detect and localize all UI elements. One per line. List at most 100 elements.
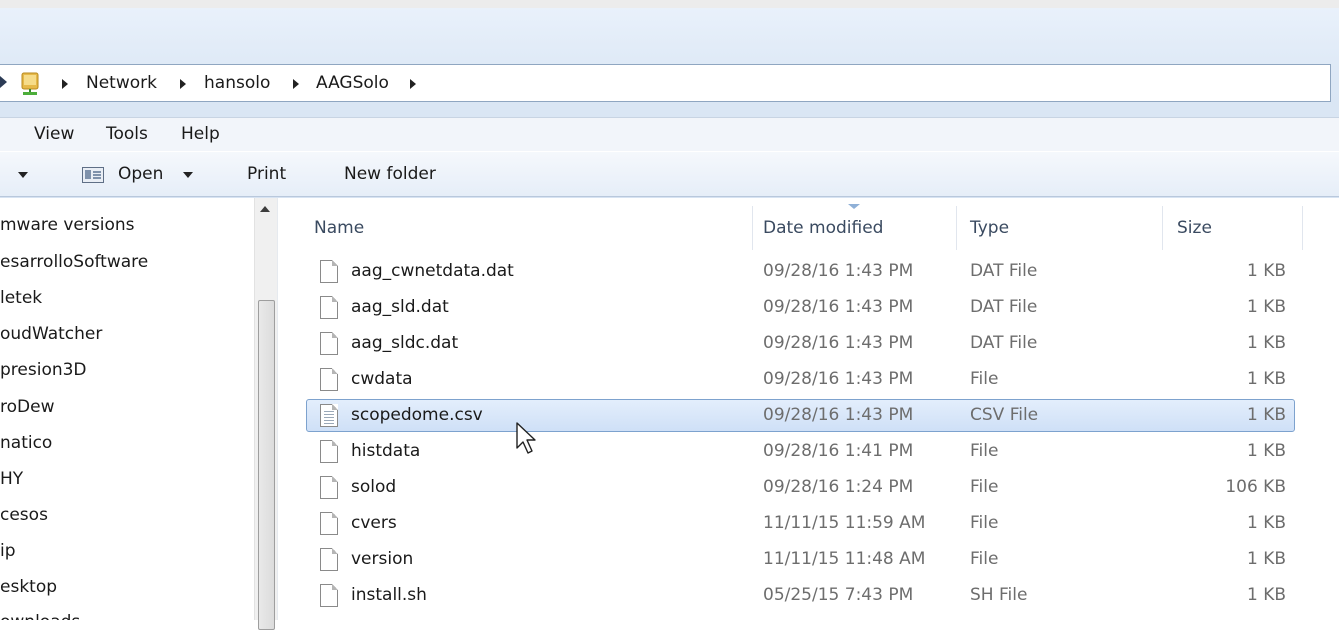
command-bar: Open Print New folder [0,151,1339,197]
blank-file-icon [320,548,338,571]
file-type: CSV File [970,405,1039,425]
file-date-modified: 09/28/16 1:43 PM [763,333,914,353]
column-divider[interactable] [1302,206,1303,250]
file-name: aag_sld.dat [351,297,449,317]
blank-file-icon [320,332,338,355]
file-date-modified: 09/28/16 1:24 PM [763,477,914,497]
menu-help[interactable]: Help [181,124,220,144]
file-type: File [970,513,999,533]
file-size: 1 KB [1246,513,1286,533]
sort-indicator-icon [848,204,860,209]
file-name: aag_cwnetdata.dat [351,261,514,281]
blank-file-icon [320,368,338,391]
nav-item[interactable]: letek [0,288,42,308]
file-row[interactable]: solod 09/28/16 1:24 PM File 106 KB [306,471,1295,504]
open-button[interactable]: Open [118,164,163,184]
file-type: DAT File [970,297,1038,317]
nav-item[interactable]: natico [0,433,52,453]
file-type: File [970,549,999,569]
nav-item[interactable]: oudWatcher [0,324,102,344]
text-file-icon [320,404,338,427]
nav-item[interactable]: presion3D [0,360,87,380]
file-type: File [970,441,999,461]
file-date-modified: 11/11/15 11:48 AM [763,549,926,569]
scroll-thumb[interactable] [258,300,275,630]
file-type: File [970,369,999,389]
file-size: 1 KB [1246,549,1286,569]
file-row[interactable]: scopedome.csv 09/28/16 1:43 PM CSV File 1 K… [306,399,1295,432]
file-row[interactable]: aag_sldc.dat 09/28/16 1:43 PM DAT File 1 KB [306,327,1295,360]
file-name: solod [351,477,397,497]
address-expand-arrow-icon[interactable] [0,76,7,88]
file-name: install.sh [351,585,427,605]
breadcrumb-aagsolo[interactable]: AAGSolo [316,73,389,93]
column-divider[interactable] [1162,206,1163,250]
open-dropdown-icon[interactable] [183,172,193,178]
new-folder-button[interactable]: New folder [344,164,436,184]
column-header-date[interactable]: Date modified [763,218,883,238]
scroll-up-arrow-icon[interactable] [260,206,270,212]
nav-item[interactable]: mware versions [0,215,134,235]
file-row[interactable]: version 11/11/15 11:48 AM File 1 KB [306,543,1295,576]
file-row[interactable]: histdata 09/28/16 1:41 PM File 1 KB [306,435,1295,468]
nav-item[interactable]: ownloads [0,612,80,620]
file-size: 1 KB [1246,297,1286,317]
nav-item[interactable]: cesos [0,505,48,525]
menu-bar: View Tools Help [0,117,1339,151]
nav-item[interactable]: esarrolloSoftware [0,252,148,272]
file-type: DAT File [970,261,1038,281]
file-list[interactable]: Name Date modified Type Size aag_cwnetda… [286,198,1339,620]
file-row[interactable]: cwdata 09/28/16 1:43 PM File 1 KB [306,363,1295,396]
organize-dropdown-icon[interactable] [18,172,28,178]
nav-item[interactable]: HY [0,469,23,489]
file-row[interactable]: cvers 11/11/15 11:59 AM File 1 KB [306,507,1295,540]
network-folder-icon [21,72,39,95]
file-date-modified: 11/11/15 11:59 AM [763,513,926,533]
blank-file-icon [320,584,338,607]
file-date-modified: 09/28/16 1:43 PM [763,369,914,389]
blank-file-icon [320,260,338,283]
file-size: 1 KB [1246,333,1286,353]
file-size: 1 KB [1246,585,1286,605]
blank-file-icon [320,476,338,499]
breadcrumb-separator-icon[interactable] [293,79,299,89]
blank-file-icon [320,296,338,319]
file-name: aag_sldc.dat [351,333,459,353]
file-date-modified: 09/28/16 1:43 PM [763,405,914,425]
file-name: cwdata [351,369,413,389]
file-date-modified: 05/25/15 7:43 PM [763,585,914,605]
file-size: 106 KB [1225,477,1286,497]
print-button[interactable]: Print [247,164,286,184]
blank-file-icon [320,440,338,463]
nav-item[interactable]: esktop [0,577,57,597]
file-name: cvers [351,513,397,533]
breadcrumb-separator-icon[interactable] [180,79,186,89]
nav-item[interactable]: ip [0,541,16,561]
breadcrumb-network[interactable]: Network [86,73,157,93]
breadcrumb-separator-icon[interactable] [410,79,416,89]
file-row[interactable]: aag_sld.dat 09/28/16 1:43 PM DAT File 1 KB [306,291,1295,324]
file-name: scopedome.csv [351,405,483,425]
menu-view[interactable]: View [34,124,74,144]
mouse-pointer-icon [516,422,536,454]
open-program-icon[interactable] [82,167,104,183]
file-size: 1 KB [1246,261,1286,281]
file-size: 1 KB [1246,441,1286,461]
breadcrumb-hansolo[interactable]: hansolo [204,73,270,93]
column-header-size[interactable]: Size [1177,218,1212,238]
column-header-name[interactable]: Name [314,218,364,238]
column-divider[interactable] [956,206,957,250]
breadcrumb-separator-icon[interactable] [62,79,68,89]
file-row[interactable]: install.sh 05/25/15 7:43 PM SH File 1 KB [306,579,1295,612]
address-bar[interactable]: Network hansolo AAGSolo [0,64,1331,102]
column-divider[interactable] [752,206,753,250]
file-name: version [351,549,414,569]
nav-item[interactable]: roDew [0,397,54,417]
menu-tools[interactable]: Tools [106,124,148,144]
file-row[interactable]: aag_cwnetdata.dat 09/28/16 1:43 PM DAT Fil… [306,255,1295,288]
navigation-pane[interactable]: mware versions esarrolloSoftware letek o… [0,198,254,620]
file-type: SH File [970,585,1028,605]
file-date-modified: 09/28/16 1:43 PM [763,297,914,317]
navigation-scrollbar[interactable] [254,198,277,630]
column-header-type[interactable]: Type [970,218,1009,238]
